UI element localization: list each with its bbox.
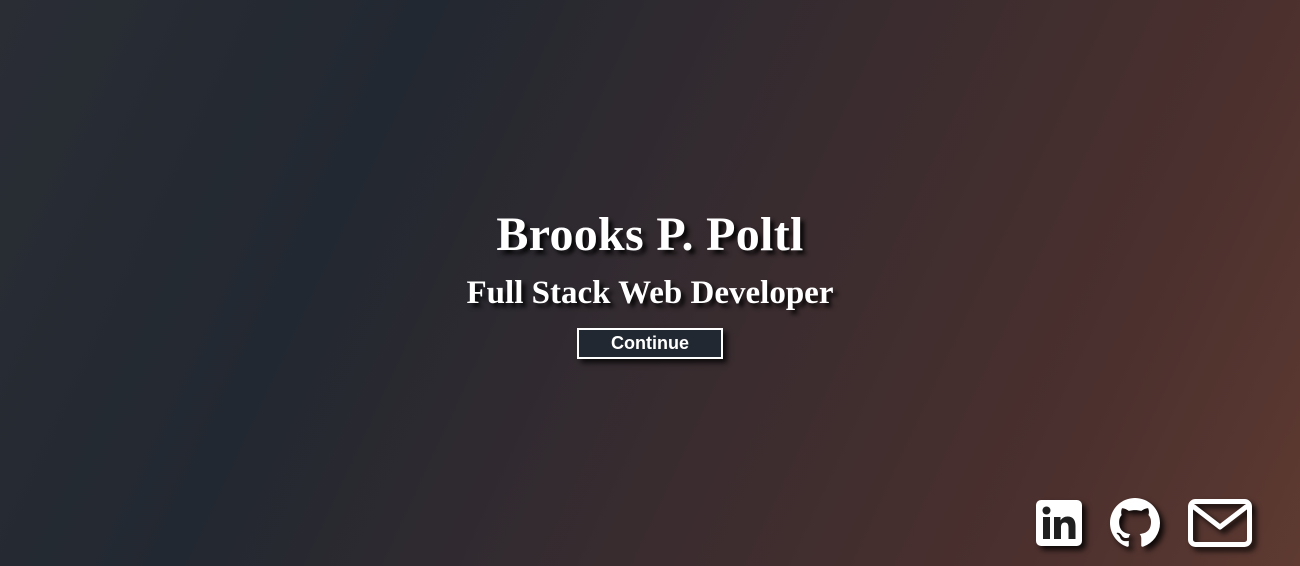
- linkedin-link[interactable]: [1036, 500, 1082, 546]
- linkedin-icon: [1036, 500, 1082, 546]
- social-links: [1036, 498, 1252, 548]
- continue-button[interactable]: Continue: [577, 328, 723, 359]
- hero-section: Brooks P. Poltl Full Stack Web Developer…: [0, 205, 1300, 359]
- envelope-icon: [1188, 499, 1252, 547]
- github-link[interactable]: [1110, 498, 1160, 548]
- hero-name: Brooks P. Poltl: [496, 208, 804, 261]
- email-link[interactable]: [1188, 499, 1252, 547]
- hero-role: Full Stack Web Developer: [466, 275, 834, 311]
- github-icon: [1110, 498, 1160, 547]
